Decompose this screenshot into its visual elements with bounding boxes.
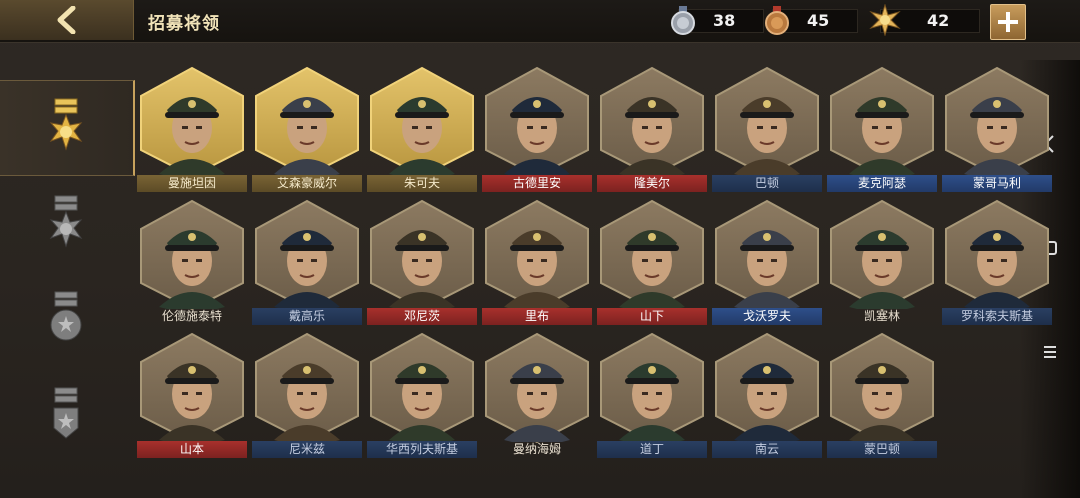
general-portrait xyxy=(255,332,359,444)
general-name: 戴高乐 xyxy=(252,308,362,325)
general-card[interactable]: 艾森豪威尔 xyxy=(252,66,362,194)
general-card[interactable]: 朱可夫 xyxy=(367,66,477,194)
general-card[interactable]: 里布 xyxy=(482,199,592,327)
add-resource-button[interactable] xyxy=(990,4,1026,40)
bronze-medal-counter[interactable]: 45 xyxy=(765,6,858,35)
basic-medal-tier-icon xyxy=(53,387,79,439)
general-card[interactable]: 曼施坦因 xyxy=(137,66,247,194)
general-portrait xyxy=(945,66,1049,178)
general-portrait xyxy=(485,66,589,178)
silver-medal-count: 38 xyxy=(713,11,736,30)
general-card[interactable]: 伦德施泰特 xyxy=(137,199,247,327)
general-card[interactable]: 山本 xyxy=(137,332,247,460)
bronze-medal-tier-icon xyxy=(50,291,82,341)
general-card[interactable]: 罗科索夫斯基 xyxy=(942,199,1052,327)
general-card[interactable]: 山下 xyxy=(597,199,707,327)
general-portrait xyxy=(370,332,474,444)
general-portrait xyxy=(485,332,589,444)
gold-medal-count: 42 xyxy=(927,11,950,30)
general-name: 山本 xyxy=(137,441,247,458)
general-portrait xyxy=(715,66,819,178)
general-name: 尼米兹 xyxy=(252,441,362,458)
general-name: 伦德施泰特 xyxy=(161,309,222,323)
general-name: 华西列夫斯基 xyxy=(367,441,477,458)
general-name: 道丁 xyxy=(597,441,707,458)
general-name: 艾森豪威尔 xyxy=(252,175,362,192)
general-portrait xyxy=(370,66,474,178)
general-portrait xyxy=(140,332,244,444)
menu-icon[interactable] xyxy=(1042,344,1058,365)
general-name: 南云 xyxy=(712,441,822,458)
general-card[interactable]: 凯塞林 xyxy=(827,199,937,327)
general-portrait xyxy=(600,199,704,311)
tier-bronze-tab[interactable] xyxy=(0,274,133,368)
silver-medal-icon xyxy=(671,6,695,35)
general-card[interactable]: 华西列夫斯基 xyxy=(367,332,477,460)
gold-medal-tier-icon xyxy=(49,98,83,151)
general-card[interactable]: 曼纳海姆 xyxy=(482,332,592,460)
general-card[interactable]: 尼米兹 xyxy=(252,332,362,460)
general-card[interactable]: 戴高乐 xyxy=(252,199,362,327)
tier-basic-tab[interactable] xyxy=(0,370,133,464)
general-name: 蒙哥马利 xyxy=(942,175,1052,192)
general-card[interactable]: 道丁 xyxy=(597,332,707,460)
general-portrait xyxy=(140,199,244,311)
tier-silver-tab[interactable] xyxy=(0,178,133,272)
page-title: 招募将领 xyxy=(148,14,220,34)
general-portrait xyxy=(830,199,934,311)
general-name: 山下 xyxy=(597,308,707,325)
general-name: 罗科索夫斯基 xyxy=(942,308,1052,325)
general-portrait xyxy=(715,332,819,444)
general-name: 蒙巴顿 xyxy=(827,441,937,458)
general-portrait xyxy=(255,66,359,178)
general-portrait xyxy=(255,199,359,311)
general-portrait xyxy=(600,66,704,178)
general-portrait xyxy=(140,66,244,178)
general-name: 戈沃罗夫 xyxy=(712,308,822,325)
general-card[interactable]: 蒙巴顿 xyxy=(827,332,937,460)
silver-medal-tier-icon xyxy=(49,195,83,248)
silver-medal-counter[interactable]: 38 xyxy=(671,6,764,35)
general-portrait xyxy=(485,199,589,311)
general-card[interactable]: 巴顿 xyxy=(712,66,822,194)
gold-star-medal-icon xyxy=(869,4,901,36)
gold-medal-counter[interactable]: 42 xyxy=(869,4,980,36)
general-portrait xyxy=(600,332,704,444)
general-portrait xyxy=(830,66,934,178)
bronze-medal-count: 45 xyxy=(807,11,830,30)
general-portrait xyxy=(715,199,819,311)
general-card[interactable]: 戈沃罗夫 xyxy=(712,199,822,327)
chevron-left-icon xyxy=(57,6,76,34)
general-name: 邓尼茨 xyxy=(367,308,477,325)
general-name: 麦克阿瑟 xyxy=(827,175,937,192)
general-card[interactable]: 蒙哥马利 xyxy=(942,66,1052,194)
general-card[interactable]: 南云 xyxy=(712,332,822,460)
tier-gold-tab[interactable] xyxy=(0,80,135,176)
general-name: 曼纳海姆 xyxy=(512,442,561,456)
top-bar: 招募将领 38 45 42 xyxy=(0,0,1080,43)
general-name: 里布 xyxy=(482,308,592,325)
general-name: 凯塞林 xyxy=(863,309,900,323)
back-button[interactable] xyxy=(0,0,134,40)
general-card[interactable]: 隆美尔 xyxy=(597,66,707,194)
bronze-medal-icon xyxy=(765,6,789,35)
general-name: 朱可夫 xyxy=(367,175,477,192)
general-card[interactable]: 麦克阿瑟 xyxy=(827,66,937,194)
general-card[interactable]: 古德里安 xyxy=(482,66,592,194)
general-name: 隆美尔 xyxy=(597,175,707,192)
general-name: 古德里安 xyxy=(482,175,592,192)
general-name: 巴顿 xyxy=(712,175,822,192)
general-portrait xyxy=(830,332,934,444)
general-name: 曼施坦因 xyxy=(137,175,247,192)
general-portrait xyxy=(370,199,474,311)
general-card[interactable]: 邓尼茨 xyxy=(367,199,477,327)
general-portrait xyxy=(945,199,1049,311)
